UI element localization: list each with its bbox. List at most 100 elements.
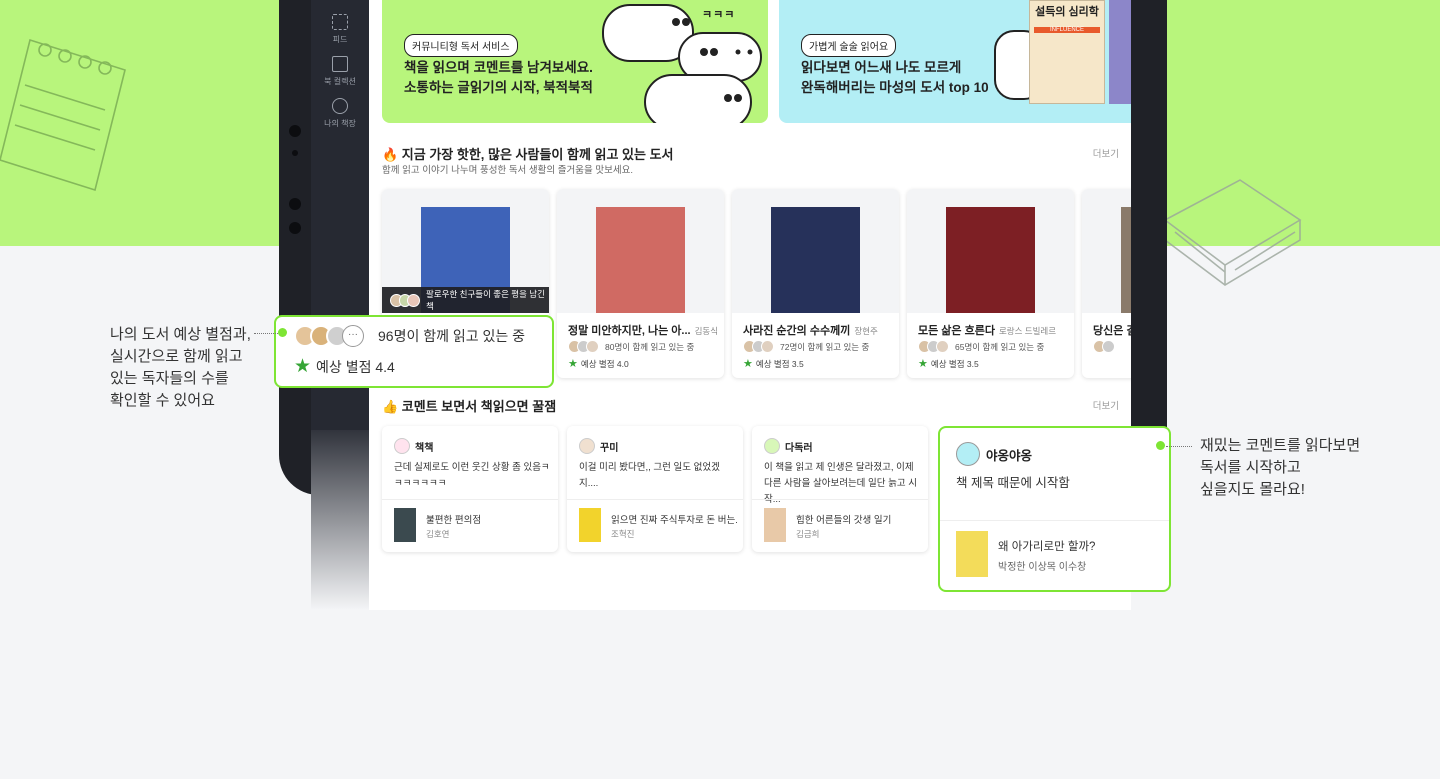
comment-card[interactable]: 꾸미 이걸 미리 봤다면,, 그런 일도 없었겠지.... 읽으면 진짜 주식투… <box>567 426 743 552</box>
book-cover <box>1121 207 1131 313</box>
annotation-line: 독서를 시작하고 <box>1200 459 1301 476</box>
rating-callout: ··· 96명이 함께 읽고 있는 중 ★ 예상 별점 4.4 <box>274 315 554 388</box>
divider <box>567 499 743 500</box>
book-author: 조혁진 <box>611 529 635 539</box>
book-thumbnail <box>579 508 601 542</box>
book-title: 정말 미안하지만, 나는 아... 김동식 <box>568 322 718 338</box>
avatar <box>407 293 421 307</box>
cover-area <box>557 189 724 313</box>
comment-text: 이걸 미리 봤다면,, 그런 일도 없었겠지.... <box>579 462 720 489</box>
annotation-line: 실시간으로 함께 읽고 <box>110 348 243 365</box>
annotation-right: 재밌는 코멘트를 읽다보면 독서를 시작하고 싶을지도 몰라요! <box>1200 435 1360 501</box>
username: 책책 <box>415 442 434 454</box>
readers-text: 65명이 함께 읽고 있는 중 <box>955 341 1045 352</box>
banner-line: 완독해버리는 마성의 도서 top 10 <box>801 80 989 95</box>
more-link[interactable]: 더보기 <box>1093 146 1119 160</box>
book-author: 김금희 <box>796 529 820 539</box>
banner-line: 책을 읽으며 코멘트를 남겨보세요. <box>404 60 593 75</box>
book-title-text: 정말 미안하지만, 나는 아... <box>568 325 691 337</box>
rating-row: ★ 예상 별점 4.0 <box>568 357 629 370</box>
avatar <box>394 438 410 454</box>
username: 야옹야옹 <box>986 448 1033 463</box>
comment-text: 이 책을 읽고 제 인생은 달라졌고, 이제 다른 사람을 살아보려는데 일단 … <box>764 462 918 505</box>
book-doodle-icon <box>1163 179 1302 286</box>
book-card[interactable]: 당신은 길 <box>1082 189 1131 378</box>
friend-review-strip: 팔로우한 친구들이 좋은 평을 남긴책 <box>382 287 549 313</box>
cover-area <box>732 189 899 313</box>
username: 다독러 <box>785 442 813 454</box>
star-icon: ★ <box>918 358 928 370</box>
book-card[interactable]: 사라진 순간의 수수께끼 장현주 72명이 함께 읽고 있는 중 ★ 예상 별점 3… <box>732 189 899 378</box>
readers-text: 96명이 함께 읽고 있는 중 <box>378 328 526 344</box>
camera-dot <box>292 150 298 156</box>
banner-community[interactable]: 커뮤니티형 독서 서비스 책을 읽으며 코멘트를 남겨보세요. 소통하는 글읽기… <box>382 0 768 123</box>
featured-book-cover: 설득의 심리학 INFLUENCE <box>1029 0 1105 104</box>
banner-chip: 커뮤니티형 독서 서비스 <box>404 34 518 57</box>
book-title: 불편한 편의점 <box>426 515 482 526</box>
rail-item-bookshelf[interactable]: 나의 책장 <box>311 98 369 129</box>
section-title: 👍 코멘트 보면서 책읽으면 꿀잼 <box>382 399 557 414</box>
book-title: 읽으면 진짜 주식투자로 돈 버는... <box>611 515 737 526</box>
avatar <box>579 438 595 454</box>
callout-connector <box>254 333 278 334</box>
readers-count: 72명이 함께 읽고 있는 중 <box>743 340 869 353</box>
cat-avatar-icon <box>956 442 980 466</box>
book-title: 모든 삶은 흐른다 로랑스 드빌레르 <box>918 322 1056 338</box>
comment-callout[interactable]: 야옹야옹 책 제목 때문에 시작함 왜 아가리로만 할까? 박정한 이상목 이수… <box>938 426 1171 592</box>
avatar <box>586 340 599 353</box>
book-title-text: 모든 삶은 흐른다 <box>918 325 995 337</box>
book-author: 김동식 <box>694 326 719 336</box>
book-title: 사라진 순간의 수수께끼 장현주 <box>743 322 878 338</box>
star-icon: ★ <box>743 358 753 370</box>
callout-connector <box>1166 446 1192 447</box>
readers-count <box>1093 340 1115 353</box>
book-title: 당신은 길 <box>1093 322 1131 338</box>
annotation-left: 나의 도서 예상 별점과, 실시간으로 함께 읽고 있는 독자들의 수를 확인할… <box>110 324 251 412</box>
comment-user: 책책 <box>394 438 433 454</box>
book-card[interactable]: 모든 삶은 흐른다 로랑스 드빌레르 65명이 함께 읽고 있는 중 ★ 예상 별점… <box>907 189 1074 378</box>
book-cover <box>771 207 860 313</box>
divider <box>752 499 928 500</box>
callout-readers-row: ··· 96명이 함께 읽고 있는 중 <box>294 325 525 347</box>
annotation-line: 있는 독자들의 수를 <box>110 370 229 387</box>
avatar <box>764 438 780 454</box>
annotation-line: 싶을지도 몰라요! <box>1200 481 1305 498</box>
rail-item-label: 나의 책장 <box>324 119 356 128</box>
book-cover <box>596 207 685 313</box>
camera-dot <box>289 198 301 210</box>
readers-count: 65명이 함께 읽고 있는 중 <box>918 340 1044 353</box>
notepad-doodle-icon <box>0 38 126 192</box>
book-title-text: 당신은 길 <box>1093 325 1131 337</box>
more-link[interactable]: 더보기 <box>1093 398 1119 412</box>
friend-strip-text: 팔로우한 친구들이 좋은 평을 남긴책 <box>426 289 545 311</box>
book-card[interactable]: 정말 미안하지만, 나는 아... 김동식 80명이 함께 읽고 있는 중 ★ 예상… <box>557 189 724 378</box>
readers-count: 80명이 함께 읽고 있는 중 <box>568 340 694 353</box>
comment-card[interactable]: 책책 근데 실제로도 이런 웃긴 상황 좀 있음ㅋㅋㅋㅋㅋㅋㅋ 불편한 편의점 … <box>382 426 558 552</box>
comment-text: 근데 실제로도 이런 웃긴 상황 좀 있음ㅋㅋㅋㅋㅋㅋㅋ <box>394 462 550 489</box>
comment-user: 꾸미 <box>579 438 618 454</box>
username: 꾸미 <box>600 442 619 454</box>
cover-subtitle: INFLUENCE <box>1034 27 1100 33</box>
divider <box>940 520 1169 521</box>
book-title: 왜 아가리로만 할까? <box>998 541 1096 553</box>
collection-icon <box>332 56 348 72</box>
rail-item-feed[interactable]: 피드 <box>311 14 369 45</box>
comment-card[interactable]: 다독러 이 책을 읽고 제 인생은 달라졌고, 이제 다른 사람을 살아보려는데… <box>752 426 928 552</box>
book-thumbnail <box>394 508 416 542</box>
comment-user: 야옹야옹 <box>956 442 1032 466</box>
book-spine <box>1109 0 1131 104</box>
banner-line: 소통하는 글읽기의 시작, 북적북적 <box>404 80 593 95</box>
banner-top10[interactable]: 가볍게 술술 읽어요 읽다보면 어느새 나도 모르게 완독해버리는 마성의 도서… <box>779 0 1131 123</box>
rail-item-collection[interactable]: 북 컬렉션 <box>311 56 369 87</box>
face-eyes-icon <box>672 18 753 102</box>
smile-icon <box>332 98 348 114</box>
readers-text: 72명이 함께 읽고 있는 중 <box>780 341 870 352</box>
cover-area <box>907 189 1074 313</box>
book-author: 장현주 <box>854 326 878 336</box>
book-title-text: 사라진 순간의 수수께끼 <box>743 325 851 337</box>
readers-text: 80명이 함께 읽고 있는 중 <box>605 341 695 352</box>
rating-text: 예상 별점 3.5 <box>930 358 979 369</box>
rail-item-label: 피드 <box>332 35 348 44</box>
camera-dot <box>289 125 301 137</box>
avatar <box>761 340 774 353</box>
